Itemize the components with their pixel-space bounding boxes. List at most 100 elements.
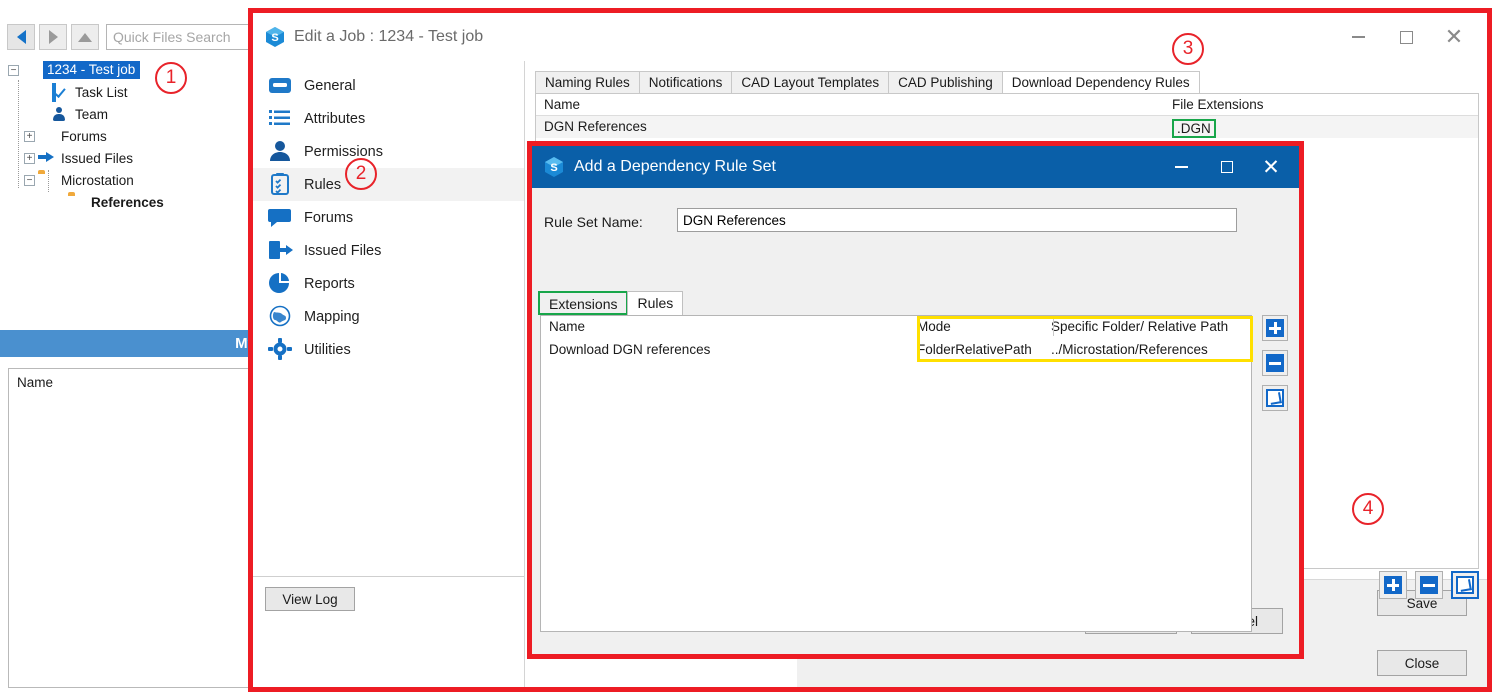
dialog-tabstrip: Extensions Rules — [538, 291, 684, 315]
tree-item-issued-files[interactable]: + Issued Files — [24, 148, 135, 168]
speech-bubble-icon — [38, 129, 55, 144]
tree-expander-minus-icon[interactable]: − — [8, 64, 19, 76]
tree-item-task-list[interactable]: Task List — [38, 82, 130, 102]
remove-rule-set-button[interactable] — [1415, 571, 1443, 599]
cell-name: Download DGN references — [549, 342, 711, 357]
svg-text:S: S — [550, 162, 557, 174]
table-row[interactable]: Download DGN references FolderRelativePa… — [541, 339, 1251, 362]
cube-s-icon: S — [265, 26, 285, 48]
column-divider — [1053, 319, 1054, 336]
job-settings-sidebar: General Attributes Permissions Rules For… — [253, 61, 525, 687]
tab-notifications[interactable]: Notifications — [638, 71, 733, 93]
nav-forward-button[interactable] — [39, 24, 67, 50]
list-icon — [267, 107, 293, 131]
maximize-icon[interactable] — [1207, 152, 1247, 182]
edit-icon — [1266, 389, 1284, 407]
sidebar-item-general[interactable]: General — [253, 69, 524, 102]
minimize-icon[interactable] — [1161, 152, 1201, 182]
column-header-name: Name — [544, 97, 581, 112]
tree-item-forums[interactable]: + Forums — [24, 126, 109, 146]
sidebar-item-label: Rules — [304, 176, 342, 193]
sidebar-item-utilities[interactable]: Utilities — [253, 333, 524, 366]
close-icon[interactable]: ✕ — [1431, 21, 1477, 53]
tab-cad-publishing[interactable]: CAD Publishing — [888, 71, 1003, 93]
person-icon — [52, 107, 69, 122]
edit-job-title: Edit a Job : 1234 - Test job — [294, 28, 484, 45]
tree-expander-minus-icon[interactable]: − — [24, 174, 35, 186]
edit-rule-set-button[interactable] — [1451, 571, 1479, 599]
callout-1: 1 — [155, 62, 187, 94]
sidebar-item-permissions[interactable]: Permissions — [253, 135, 524, 168]
svg-text:S: S — [271, 32, 278, 44]
add-rule-button[interactable] — [1262, 315, 1288, 341]
sidebar-item-label: Forums — [304, 209, 354, 226]
rule-set-name-input[interactable] — [677, 208, 1237, 232]
speech-bubble-icon — [267, 206, 293, 230]
tab-cad-layout-templates[interactable]: CAD Layout Templates — [731, 71, 890, 93]
tree-expander-plus-icon[interactable]: + — [24, 152, 35, 164]
table-row[interactable]: DGN References .DGN — [536, 116, 1478, 138]
arrow-right-icon — [38, 151, 55, 166]
tab-naming-rules[interactable]: Naming Rules — [535, 71, 640, 93]
tree-item-label: Team — [75, 106, 109, 122]
rules-grid: Name Mode Specific Folder/ Relative Path… — [540, 315, 1253, 632]
dialog-title: Add a Dependency Rule Set — [574, 158, 776, 175]
sidebar-item-attributes[interactable]: Attributes — [253, 102, 524, 135]
tab-download-dependency-rules[interactable]: Download Dependency Rules — [1001, 71, 1200, 93]
callout-2: 2 — [345, 158, 377, 190]
edit-rule-button[interactable] — [1262, 385, 1288, 411]
tree-item-team[interactable]: Team — [38, 104, 110, 124]
plus-icon — [1384, 576, 1402, 594]
sidebar-item-label: Reports — [304, 275, 355, 292]
add-rule-set-button[interactable] — [1379, 571, 1407, 599]
column-header-mode: Mode — [917, 319, 951, 334]
plus-icon — [1266, 319, 1284, 337]
grid-header-row: Name File Extensions — [536, 94, 1478, 116]
nav-up-button[interactable] — [71, 24, 99, 50]
tab-rules[interactable]: Rules — [627, 291, 684, 315]
globe-icon — [267, 305, 293, 329]
grid-header-row: Name Mode Specific Folder/ Relative Path — [541, 316, 1251, 339]
sidebar-item-label: Mapping — [304, 308, 360, 325]
minus-icon — [1420, 576, 1438, 594]
tree-item-label: Task List — [75, 84, 128, 100]
tab-extensions[interactable]: Extensions — [538, 291, 629, 315]
folder-icon — [68, 195, 85, 210]
view-log-button[interactable]: View Log — [265, 587, 355, 611]
sidebar-item-mapping[interactable]: Mapping — [253, 300, 524, 333]
callout-3: 3 — [1172, 33, 1204, 65]
sidebar-item-issued-files[interactable]: Issued Files — [253, 234, 524, 267]
cell-path: ../Microstation/References — [1051, 342, 1208, 357]
sidebar-item-reports[interactable]: Reports — [253, 267, 524, 300]
nav-back-button[interactable] — [7, 24, 35, 50]
sidebar-item-forums[interactable]: Forums — [253, 201, 524, 234]
add-dependency-rule-set-dialog: S Add a Dependency Rule Set ✕ Rule Set N… — [527, 141, 1304, 659]
remove-rule-button[interactable] — [1262, 350, 1288, 376]
cell-name: DGN References — [544, 119, 647, 134]
sidebar-item-rules[interactable]: Rules — [253, 168, 524, 201]
tree-item-job[interactable]: − 1234 - Test job — [8, 60, 141, 80]
maximize-icon[interactable] — [1383, 21, 1429, 53]
rule-set-name-label: Rule Set Name: — [544, 214, 643, 230]
tree-item-references[interactable]: References — [54, 192, 166, 212]
column-header-path: Specific Folder/ Relative Path — [1051, 319, 1229, 334]
gear-icon — [267, 337, 293, 362]
tree-item-label: Microstation — [61, 172, 134, 188]
export-door-icon — [267, 239, 293, 263]
column-header-name: Name — [549, 319, 586, 334]
close-icon[interactable]: ✕ — [1251, 152, 1291, 182]
tree-item-microstation[interactable]: − Microstation — [24, 170, 136, 190]
files-list-panel: Name — [8, 368, 258, 688]
column-header-file-extensions: File Extensions — [1172, 97, 1264, 112]
sidebar-item-label: General — [304, 77, 356, 94]
job-box-icon — [22, 63, 39, 78]
edit-icon — [1456, 576, 1474, 594]
tree-expander-plus-icon[interactable]: + — [24, 130, 35, 142]
tree-item-label: References — [91, 194, 164, 210]
minimize-icon[interactable] — [1335, 21, 1381, 53]
job-box-icon — [267, 74, 293, 98]
triangle-up-icon — [78, 32, 92, 42]
tree-connector — [18, 80, 19, 188]
close-button[interactable]: Close — [1377, 650, 1467, 676]
tree-item-label: Forums — [61, 128, 107, 144]
